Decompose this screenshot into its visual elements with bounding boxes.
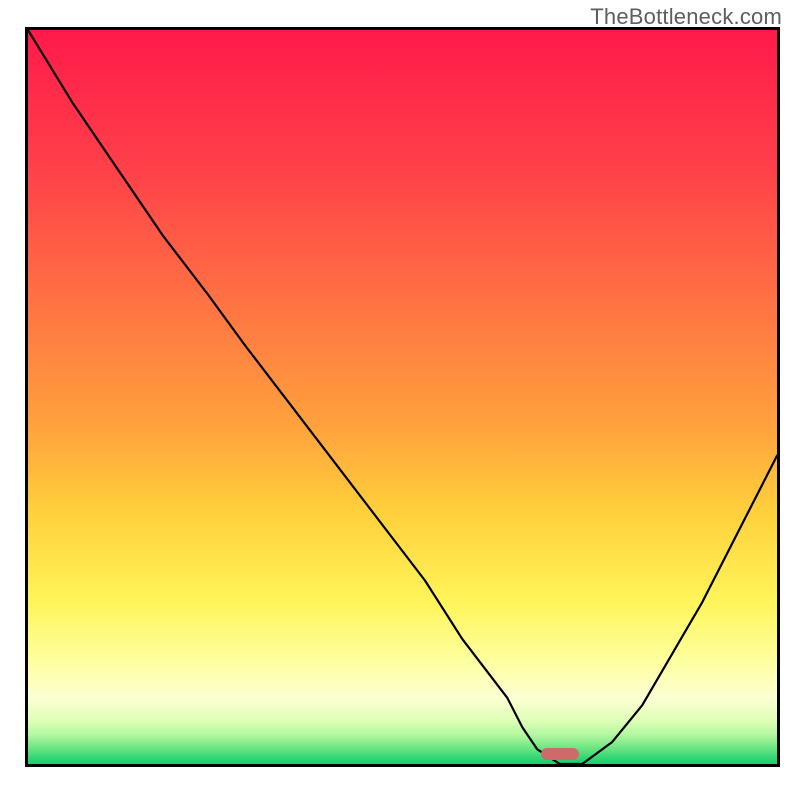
chart-container: TheBottleneck.com — [0, 0, 800, 800]
plot-frame — [25, 27, 780, 767]
optimal-range-marker — [541, 748, 578, 760]
plot-area — [28, 30, 777, 764]
bottleneck-curve — [28, 30, 777, 764]
